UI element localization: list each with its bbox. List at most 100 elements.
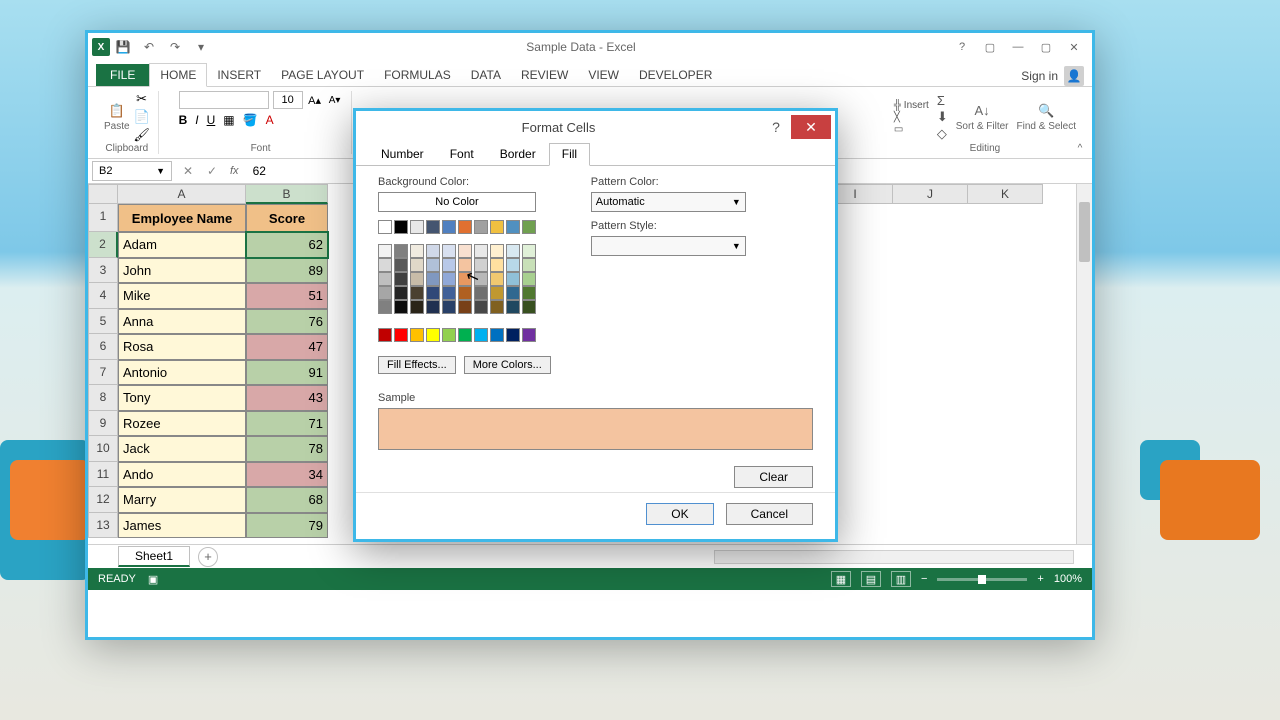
color-swatch[interactable] (394, 272, 408, 286)
row-header[interactable]: 7 (88, 360, 118, 386)
zoom-in-button[interactable]: + (1037, 573, 1043, 585)
increase-font-icon[interactable]: A▴ (307, 92, 323, 108)
color-swatch[interactable] (490, 258, 504, 272)
save-icon[interactable]: 💾 (114, 38, 132, 56)
color-swatch[interactable] (490, 272, 504, 286)
color-swatch[interactable] (442, 328, 456, 342)
dialog-tab-fill[interactable]: Fill (549, 143, 590, 166)
format-painter-icon[interactable]: 🖌 (134, 127, 150, 143)
add-sheet-button[interactable]: + (198, 547, 218, 567)
qat-dropdown-icon[interactable]: ▾ (192, 38, 210, 56)
color-swatch[interactable] (458, 258, 472, 272)
decrease-font-icon[interactable]: A▾ (327, 92, 343, 108)
row-header[interactable]: 12 (88, 487, 118, 513)
color-swatch[interactable] (474, 272, 488, 286)
no-color-button[interactable]: No Color (378, 192, 536, 212)
color-swatch[interactable] (474, 258, 488, 272)
color-swatch[interactable] (378, 328, 392, 342)
color-swatch[interactable] (474, 300, 488, 314)
color-swatch[interactable] (426, 220, 440, 234)
tab-developer[interactable]: DEVELOPER (629, 64, 722, 86)
fill-color-icon[interactable]: 🪣 (243, 113, 258, 127)
color-swatch[interactable] (378, 300, 392, 314)
ok-button[interactable]: OK (646, 503, 713, 525)
color-swatch[interactable] (394, 220, 408, 234)
page-break-view-icon[interactable]: ▥ (891, 571, 911, 587)
cut-icon[interactable]: ✂ (134, 91, 150, 107)
color-swatch[interactable] (442, 300, 456, 314)
color-swatch[interactable] (474, 328, 488, 342)
cell-name[interactable]: Tony (118, 385, 246, 411)
row-header[interactable]: 2 (88, 232, 118, 258)
color-swatch[interactable] (522, 258, 536, 272)
color-swatch[interactable] (506, 286, 520, 300)
tab-review[interactable]: REVIEW (511, 64, 578, 86)
color-swatch[interactable] (394, 258, 408, 272)
undo-icon[interactable]: ↶ (140, 38, 158, 56)
cell-name[interactable]: Anna (118, 309, 246, 335)
ribbon-options-button[interactable]: ▢ (976, 37, 1004, 57)
color-swatch[interactable] (458, 272, 472, 286)
color-swatch[interactable] (426, 328, 440, 342)
tab-file[interactable]: FILE (96, 64, 149, 86)
color-swatch[interactable] (458, 300, 472, 314)
color-swatch[interactable] (442, 244, 456, 258)
color-swatch[interactable] (378, 258, 392, 272)
bold-button[interactable]: B (179, 113, 188, 127)
more-colors-button[interactable]: More Colors... (464, 356, 551, 374)
page-layout-view-icon[interactable]: ▤ (861, 571, 881, 587)
fx-icon[interactable]: fx (224, 165, 245, 177)
color-swatch[interactable] (410, 286, 424, 300)
clear-icon[interactable]: ◇ (937, 126, 948, 142)
dialog-help-button[interactable]: ? (761, 119, 791, 135)
color-swatch[interactable] (410, 300, 424, 314)
dialog-close-button[interactable]: ✕ (791, 115, 831, 139)
color-swatch[interactable] (522, 272, 536, 286)
cell-name[interactable]: Rosa (118, 334, 246, 360)
fill-effects-button[interactable]: Fill Effects... (378, 356, 456, 374)
color-swatch[interactable] (506, 328, 520, 342)
color-swatch[interactable] (474, 244, 488, 258)
color-swatch[interactable] (410, 244, 424, 258)
zoom-slider[interactable] (937, 578, 1027, 581)
color-swatch[interactable] (394, 300, 408, 314)
color-swatch[interactable] (458, 220, 472, 234)
name-box[interactable]: B2 ▼ (92, 161, 172, 181)
help-button[interactable]: ? (948, 37, 976, 57)
format-cells-button[interactable]: ▭ (894, 124, 929, 135)
row-header[interactable]: 6 (88, 334, 118, 360)
pattern-style-select[interactable]: ▼ (591, 236, 746, 256)
row-header[interactable]: 8 (88, 385, 118, 411)
zoom-level[interactable]: 100% (1054, 573, 1082, 585)
dialog-tab-border[interactable]: Border (487, 143, 549, 165)
cell-score[interactable]: 91 (246, 360, 328, 386)
color-swatch[interactable] (426, 244, 440, 258)
color-swatch[interactable] (522, 220, 536, 234)
col-header[interactable]: J (893, 184, 968, 204)
color-swatch[interactable] (378, 244, 392, 258)
color-swatch[interactable] (394, 286, 408, 300)
row-header[interactable]: 13 (88, 513, 118, 539)
cell-name[interactable]: James (118, 513, 246, 539)
color-swatch[interactable] (442, 258, 456, 272)
color-swatch[interactable] (458, 328, 472, 342)
col-header[interactable]: A (118, 184, 246, 204)
insert-cells-button[interactable]: ╬ Insert (894, 100, 929, 111)
color-swatch[interactable] (506, 300, 520, 314)
cell-name[interactable]: Mike (118, 283, 246, 309)
enter-formula-icon[interactable]: ✓ (200, 164, 224, 178)
col-header[interactable]: K (968, 184, 1043, 204)
color-swatch[interactable] (474, 286, 488, 300)
delete-cells-button[interactable]: ╳ (894, 112, 929, 123)
cell-name[interactable]: Antonio (118, 360, 246, 386)
color-swatch[interactable] (426, 300, 440, 314)
border-icon[interactable]: ▦ (223, 113, 234, 127)
cell-score[interactable]: 47 (246, 334, 328, 360)
pattern-color-select[interactable]: Automatic ▼ (591, 192, 746, 212)
autosum-icon[interactable]: Σ (937, 93, 948, 108)
copy-icon[interactable]: 📄 (134, 109, 150, 125)
fill-icon[interactable]: ⬇ (937, 109, 948, 125)
color-swatch[interactable] (522, 300, 536, 314)
cell-score[interactable]: 43 (246, 385, 328, 411)
tab-page-layout[interactable]: PAGE LAYOUT (271, 64, 374, 86)
